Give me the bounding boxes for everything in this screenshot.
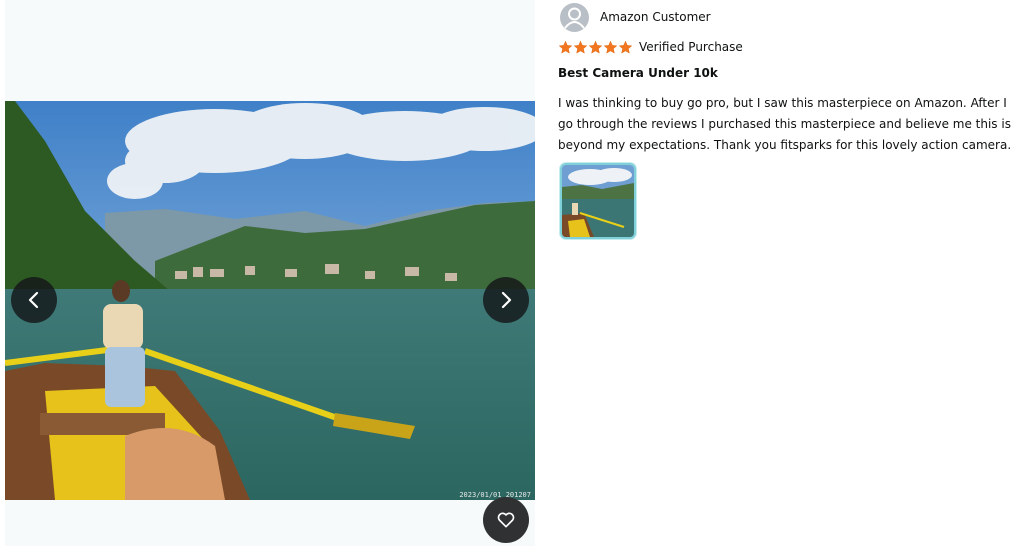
user-silhouette-icon — [560, 2, 589, 32]
previous-image-button[interactable] — [11, 277, 57, 323]
author-name: Amazon Customer — [600, 10, 711, 24]
review-image-thumbnail[interactable] — [560, 163, 636, 239]
review-body: I was thinking to buy go pro, but I saw … — [558, 96, 1012, 152]
star-rating — [558, 40, 633, 55]
lake-boat-photo: 2023/01/01 201207 — [5, 101, 535, 500]
chevron-right-icon — [501, 291, 512, 309]
heart-outline-icon — [497, 512, 515, 528]
favorite-button[interactable] — [483, 497, 529, 543]
review-title: Best Camera Under 10k — [558, 66, 718, 80]
star-filled-icon — [588, 40, 603, 54]
verified-purchase-badge: Verified Purchase — [639, 40, 743, 54]
star-filled-icon — [558, 40, 573, 54]
star-filled-icon — [573, 40, 588, 54]
thumbnail-image — [562, 165, 634, 237]
chevron-left-icon — [28, 291, 39, 309]
photo-timestamp: 2023/01/01 201207 — [459, 491, 531, 499]
star-filled-icon — [603, 40, 618, 54]
next-image-button[interactable] — [483, 277, 529, 323]
rating-row: Verified Purchase — [558, 38, 743, 56]
star-filled-icon — [618, 40, 633, 54]
media-viewer: 2023/01/01 201207 — [5, 0, 535, 546]
review-author: Amazon Customer — [560, 2, 711, 32]
review-photo: 2023/01/01 201207 — [5, 101, 535, 500]
